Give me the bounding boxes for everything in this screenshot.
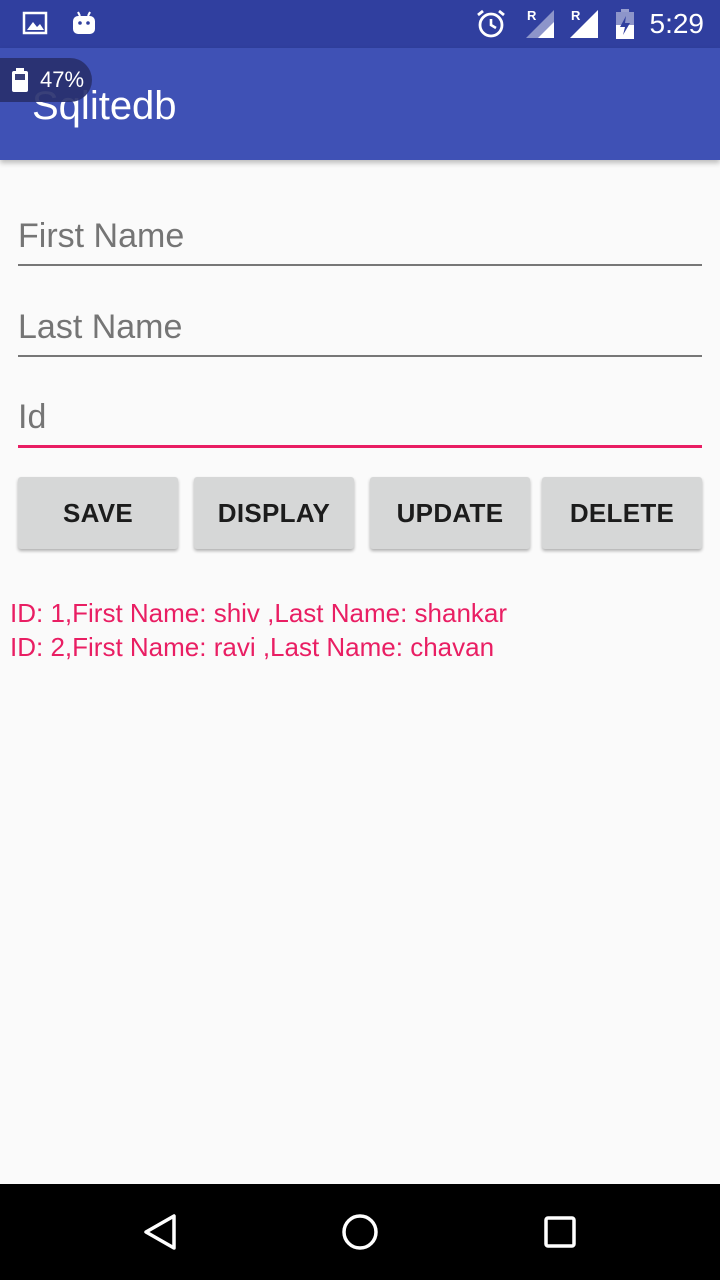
- back-icon: [144, 1214, 176, 1250]
- first-name-input[interactable]: [18, 208, 702, 266]
- id-field: [18, 390, 702, 450]
- status-bar: R R 5:29: [0, 0, 720, 48]
- last-name-input[interactable]: [18, 299, 702, 357]
- alarm-icon: [475, 8, 507, 45]
- recents-button[interactable]: [536, 1208, 584, 1256]
- output-line: ID: 2,First Name: ravi ,Last Name: chava…: [10, 632, 495, 662]
- output-line: ID: 1,First Name: shiv ,Last Name: shank…: [10, 598, 508, 628]
- save-button[interactable]: SAVE: [18, 477, 178, 549]
- android-icon: [70, 10, 98, 43]
- last-name-field: [18, 299, 702, 359]
- signal-icon: R: [524, 8, 556, 45]
- delete-button[interactable]: DELETE: [542, 477, 702, 549]
- svg-text:R: R: [571, 8, 581, 23]
- output-text: ID: 1,First Name: shiv ,Last Name: shank…: [10, 596, 710, 664]
- app-bar: Sqlitedb: [0, 48, 720, 160]
- battery-icon: [614, 8, 636, 45]
- battery-icon: [10, 68, 30, 97]
- image-icon: [22, 10, 48, 41]
- back-button[interactable]: [136, 1208, 184, 1256]
- status-time: 5:29: [649, 8, 705, 39]
- home-icon: [342, 1214, 378, 1250]
- first-name-field: [18, 208, 702, 268]
- home-button[interactable]: [336, 1208, 384, 1256]
- battery-percent: 47%: [40, 67, 85, 92]
- navigation-bar: [0, 1184, 720, 1280]
- recents-icon: [544, 1216, 576, 1248]
- display-button[interactable]: DISPLAY: [194, 477, 354, 549]
- screen: R R 5:29 47% Sqlitedb First Name Last Na…: [0, 0, 720, 1280]
- battery-overlay: 47%: [0, 58, 92, 102]
- svg-text:R: R: [527, 8, 537, 23]
- signal-icon: R: [568, 8, 600, 45]
- id-input[interactable]: [18, 390, 702, 448]
- update-button[interactable]: UPDATE: [370, 477, 530, 549]
